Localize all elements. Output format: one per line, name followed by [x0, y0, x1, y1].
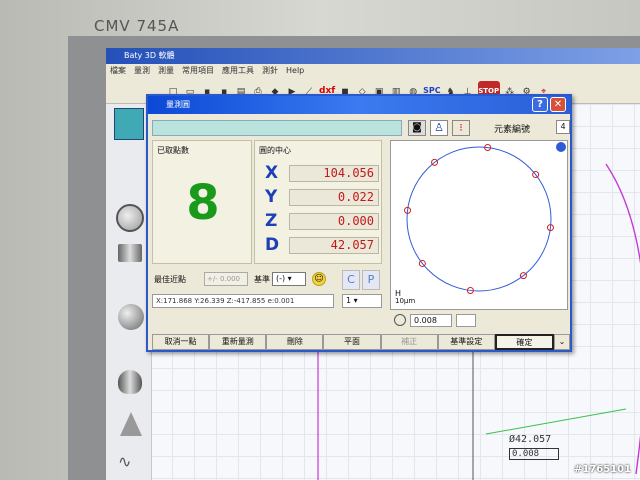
coord-value-z: 0.000: [289, 213, 379, 230]
coord-value-y: 0.022: [289, 189, 379, 206]
walking-person-icon[interactable]: ♙: [430, 120, 448, 136]
measured-points: [404, 144, 554, 294]
datum-select[interactable]: (-) ▾: [272, 272, 306, 286]
cylinder-solid-icon[interactable]: [118, 370, 142, 394]
chevron-down-icon[interactable]: ⌄: [553, 334, 570, 350]
best-fit-label: 最佳近點: [154, 275, 186, 284]
coord-axis: X: [265, 163, 279, 183]
options-row: 最佳近點 +/- 0.000 基準 (-) ▾ ☺ C P: [152, 270, 384, 292]
plane-button[interactable]: 平面: [323, 334, 381, 350]
close-button[interactable]: ✕: [550, 97, 566, 112]
watermark: #1765101: [574, 464, 632, 475]
delete-button[interactable]: 刪除: [266, 334, 324, 350]
datum-settings-button[interactable]: 基準設定: [437, 334, 495, 350]
cone-icon[interactable]: [120, 412, 142, 436]
smile-icon[interactable]: ☺: [312, 272, 326, 286]
circle-arc: [605, 163, 640, 475]
c-button[interactable]: C: [342, 270, 360, 290]
plot-status-row: 0.008: [394, 314, 568, 328]
screen: Baty 3D 軟體 檔案 量測 測量 常用項目 應用工具 測針 Help □ …: [106, 48, 640, 480]
remeasure-button[interactable]: 重新量測: [209, 334, 267, 350]
element-name-field[interactable]: [152, 120, 402, 136]
element-number-field[interactable]: 4: [556, 120, 570, 134]
datum-value: (-): [276, 274, 286, 283]
cancel-point-button[interactable]: 取消一點: [152, 334, 210, 350]
camera-icon[interactable]: ◙: [408, 120, 426, 136]
measure-icon[interactable]: [114, 108, 144, 140]
probe-select[interactable]: 1 ▾: [342, 294, 382, 308]
menu-item[interactable]: 檔案: [110, 64, 126, 78]
coord-row-d: D 42.057: [259, 235, 381, 255]
p-button[interactable]: P: [362, 270, 380, 290]
sphere-icon[interactable]: [118, 304, 144, 330]
roundness-plot: H 10μm: [390, 140, 568, 310]
coord-axis: Z: [265, 211, 278, 231]
circle-icon: [394, 314, 406, 326]
plot-scale-unit: 10μm: [395, 297, 416, 305]
menu-item[interactable]: 測針: [262, 64, 278, 78]
menu-item[interactable]: 應用工具: [222, 64, 254, 78]
points-count: 8: [186, 175, 220, 231]
diameter-label: Ø42.057: [509, 434, 552, 445]
probe-position-status: X:171.868 Y:26.339 Z:-417.855 e:0.001: [152, 294, 334, 308]
coord-row-y: Y 0.022: [259, 187, 381, 207]
circle-icon[interactable]: [116, 204, 144, 232]
cylinder-icon[interactable]: [118, 244, 142, 262]
measure-circle-dialog: 量測圓 ? ✕ ◙ ♙ ⁝ 元素編號 4 已取點數 8 圓的中心 X 104.0…: [146, 94, 572, 352]
roundness-plot-svg: [404, 142, 566, 294]
menu-item[interactable]: Help: [286, 64, 304, 78]
fitted-circle: [406, 146, 552, 292]
points-label: 已取點數: [157, 146, 189, 155]
center-panel: 圓的中心 X 104.056 Y 0.022 Z 0.000 D 42.057: [254, 140, 382, 264]
coord-axis: Y: [265, 187, 278, 207]
dialog-title: 量測圓: [148, 96, 570, 114]
app-title-bar: Baty 3D 軟體: [106, 48, 640, 64]
coord-axis: D: [265, 235, 280, 255]
menu-item[interactable]: 測量: [158, 64, 174, 78]
points-panel: 已取點數 8: [152, 140, 252, 264]
compensate-button[interactable]: 補正: [380, 334, 438, 350]
ok-button[interactable]: 確定: [494, 334, 554, 350]
menu-item[interactable]: 量測: [134, 64, 150, 78]
plot-slider[interactable]: [456, 314, 476, 327]
plot-value-field: 0.008: [410, 314, 452, 327]
plot-marker-dot: [556, 142, 566, 152]
tolerance-label: 0.008: [509, 448, 559, 460]
datum-label: 基準: [254, 275, 270, 284]
coord-value-x: 104.056: [289, 165, 379, 182]
monitor-model-label: CMV 745A: [94, 17, 180, 35]
traffic-light-icon[interactable]: ⁝: [452, 120, 470, 136]
wave-icon[interactable]: ∿: [118, 452, 131, 471]
probe-select-value: 1: [346, 296, 352, 305]
element-number-label: 元素編號: [494, 125, 531, 135]
action-buttons: 取消一點 重新量測 刪除 平面 補正 基準設定 確定 ⌄: [152, 334, 570, 350]
coord-value-d: 42.057: [289, 237, 379, 254]
menu-item[interactable]: 常用項目: [182, 64, 214, 78]
coord-row-x: X 104.056: [259, 163, 381, 183]
help-button[interactable]: ?: [532, 97, 548, 112]
center-label: 圓的中心: [259, 146, 291, 155]
menu-bar: 檔案 量測 測量 常用項目 應用工具 測針 Help: [106, 64, 640, 78]
dimension-leader: [485, 408, 627, 435]
coord-row-z: Z 0.000: [259, 211, 381, 231]
best-fit-field[interactable]: +/- 0.000: [204, 272, 248, 286]
